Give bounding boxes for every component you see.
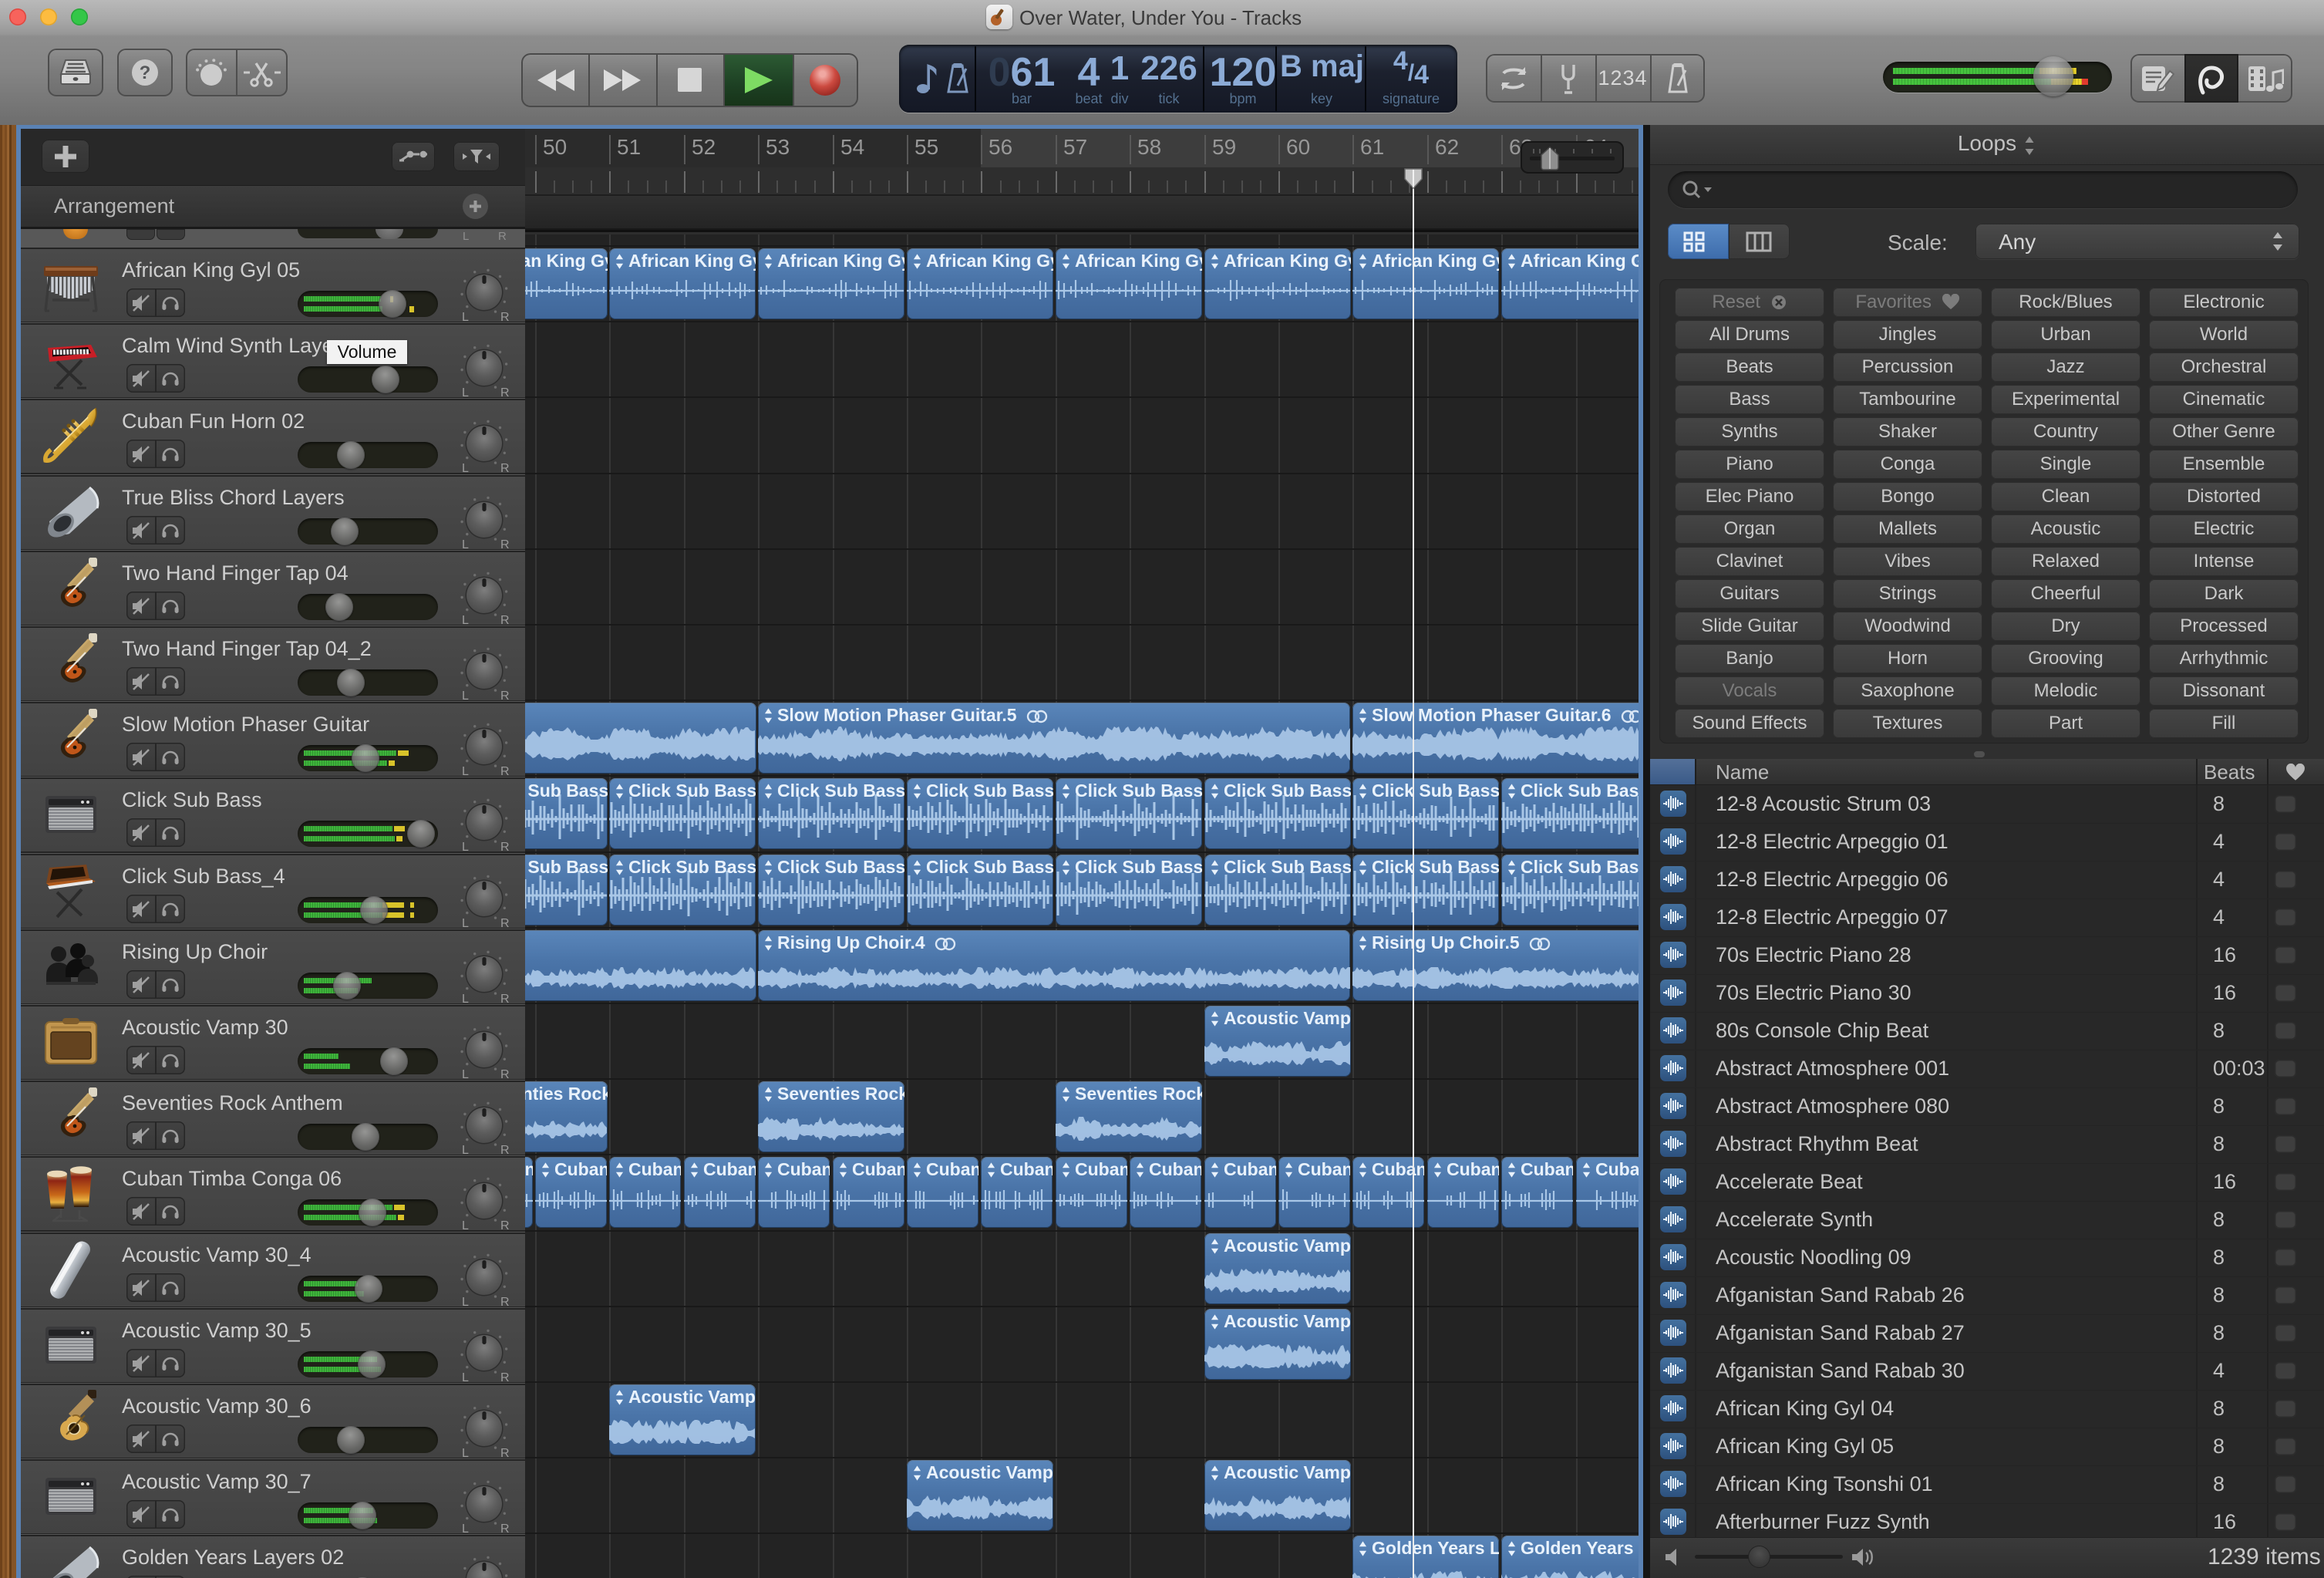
svg-text:?: ? [140,62,151,83]
